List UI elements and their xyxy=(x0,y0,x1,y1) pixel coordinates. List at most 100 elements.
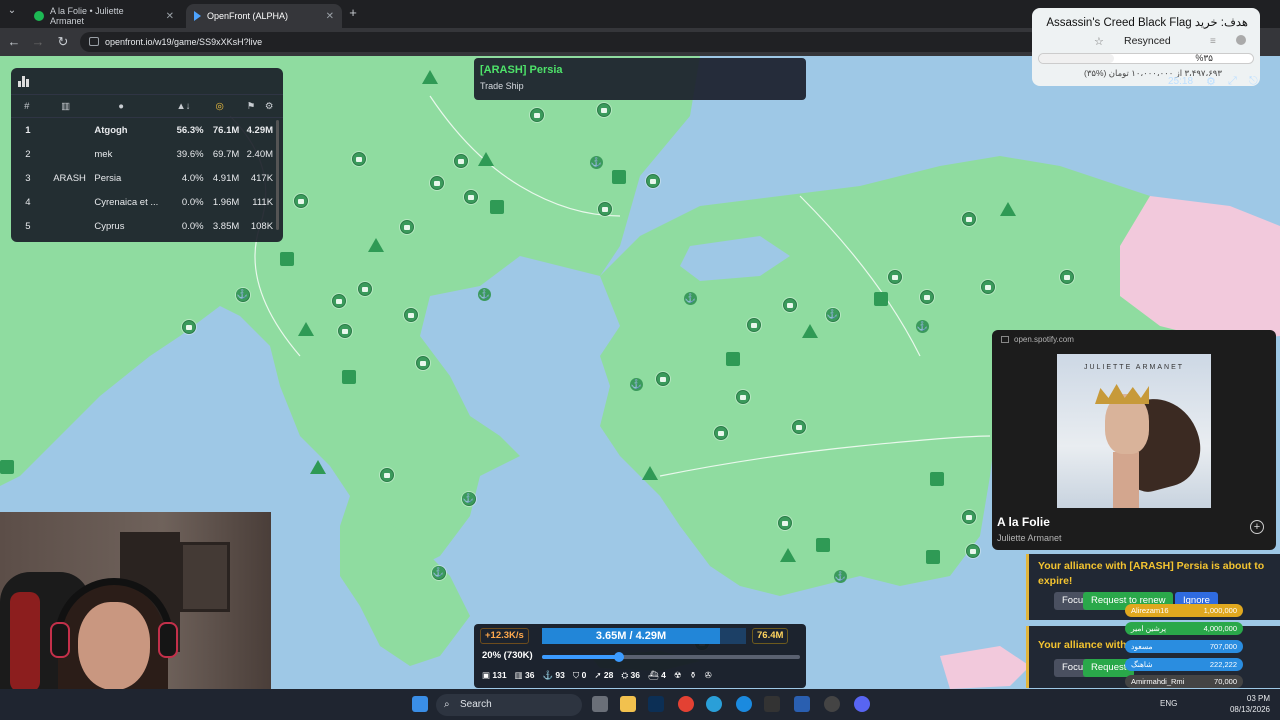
city-icon[interactable] xyxy=(792,420,806,434)
factory-icon[interactable] xyxy=(874,292,888,306)
city-icon[interactable] xyxy=(530,108,544,122)
leaderboard-scrollbar[interactable] xyxy=(276,120,279,230)
city-icon[interactable] xyxy=(464,190,478,204)
city-icon[interactable] xyxy=(400,220,414,234)
factory-icon[interactable] xyxy=(816,538,830,552)
factory-icon[interactable] xyxy=(490,200,504,214)
city-icon[interactable] xyxy=(962,510,976,524)
settings-gear-icon[interactable]: ⚙ xyxy=(255,101,283,112)
city-icon[interactable] xyxy=(294,194,308,208)
city-icon[interactable] xyxy=(430,176,444,190)
troops-icon[interactable]: ⚑ xyxy=(224,101,256,112)
city-icon[interactable] xyxy=(736,390,750,404)
city-icon[interactable] xyxy=(966,544,980,558)
telegram-icon[interactable] xyxy=(706,696,722,712)
owned-sort-icon[interactable]: ▲↓ xyxy=(153,101,190,112)
fullscreen-icon[interactable]: ⤢ xyxy=(1228,75,1237,88)
city-icon[interactable] xyxy=(783,298,797,312)
clan-icon[interactable]: ▥ xyxy=(42,101,88,112)
language-indicator[interactable]: ENG xyxy=(1160,699,1177,708)
port-anchor-icon[interactable]: ⚓ xyxy=(630,378,643,391)
city-icon[interactable] xyxy=(778,516,792,530)
hydrogen-icon[interactable]: ✇ xyxy=(705,670,712,681)
defense-post-icon[interactable] xyxy=(1000,202,1016,216)
app-icon[interactable] xyxy=(824,696,840,712)
factory-icon[interactable] xyxy=(0,460,14,474)
taskbar-search[interactable]: ⌕ Search xyxy=(436,694,582,716)
city-icon[interactable] xyxy=(182,320,196,334)
city-icon[interactable] xyxy=(646,174,660,188)
exit-icon[interactable]: ⎋ xyxy=(1249,75,1258,88)
trophy-icon[interactable]: ⚱ xyxy=(689,670,696,681)
port-anchor-icon[interactable]: ⚓ xyxy=(590,156,603,169)
factory-icon[interactable] xyxy=(726,352,740,366)
city-icon[interactable] xyxy=(416,356,430,370)
player-icon[interactable]: ● xyxy=(89,101,154,112)
city-icon[interactable] xyxy=(981,280,995,294)
city-icon[interactable] xyxy=(380,468,394,482)
url-field[interactable]: openfront.io/w19/game/SS9xXKsH?live xyxy=(80,32,1040,52)
task-view-icon[interactable] xyxy=(592,696,608,712)
star-icon[interactable]: ☆ xyxy=(1094,35,1104,48)
leaderboard-row[interactable]: 1 Atgogh 56.3% 76.1M 4.29M xyxy=(11,118,273,142)
city-icon[interactable] xyxy=(888,270,902,284)
port-anchor-icon[interactable]: ⚓ xyxy=(826,308,839,321)
slider-knob[interactable] xyxy=(614,652,625,662)
defense-count[interactable]: ⛉ 0 xyxy=(573,670,586,681)
nuke-icon[interactable]: ☢ xyxy=(674,670,682,681)
city-icon[interactable] xyxy=(597,103,611,117)
leaderboard-row[interactable]: 5 Cyprus 0.0% 3.85M 108K xyxy=(11,214,273,238)
add-plus-icon[interactable]: + xyxy=(1250,520,1264,534)
defense-post-icon[interactable] xyxy=(422,70,438,84)
factory-icon[interactable] xyxy=(930,472,944,486)
new-tab-plus-icon[interactable]: + xyxy=(345,5,361,20)
edge-icon[interactable] xyxy=(736,696,752,712)
factory-count[interactable]: ▥ 36 xyxy=(515,670,535,681)
back-arrow-icon[interactable]: ← xyxy=(6,34,22,49)
factory-icon[interactable] xyxy=(926,550,940,564)
clock[interactable]: 03 PM 08/13/2026 xyxy=(1230,693,1270,715)
defense-post-icon[interactable] xyxy=(780,548,796,562)
city-icon[interactable] xyxy=(332,294,346,308)
discord-icon[interactable] xyxy=(854,696,870,712)
defense-post-icon[interactable] xyxy=(802,324,818,338)
close-icon[interactable]: ✕ xyxy=(166,11,174,22)
city-icon[interactable] xyxy=(338,324,352,338)
city-icon[interactable] xyxy=(352,152,366,166)
city-icon[interactable] xyxy=(404,308,418,322)
city-icon[interactable] xyxy=(656,372,670,386)
missile-count[interactable]: ➚ 28 xyxy=(594,670,613,681)
factory-icon[interactable] xyxy=(280,252,294,266)
defense-post-icon[interactable] xyxy=(368,238,384,252)
port-anchor-icon[interactable]: ⚓ xyxy=(834,570,847,583)
defense-post-icon[interactable] xyxy=(310,460,326,474)
file-explorer-icon[interactable] xyxy=(620,696,636,712)
settings-gear-icon[interactable]: ⚙ xyxy=(1206,75,1216,88)
defense-post-icon[interactable] xyxy=(478,152,494,166)
close-icon[interactable]: ✕ xyxy=(326,11,334,22)
city-icon[interactable] xyxy=(454,154,468,168)
bar-chart-icon[interactable] xyxy=(18,76,30,87)
port-anchor-icon[interactable]: ⚓ xyxy=(236,288,249,301)
reload-icon[interactable]: ↻ xyxy=(55,34,71,50)
city-icon[interactable] xyxy=(747,318,761,332)
tab-spotify[interactable]: A la Folie • Juliette Armanet ✕ xyxy=(26,4,182,28)
warship-count[interactable]: ⛴ 4 xyxy=(648,670,666,681)
menu-icon[interactable]: ≡ xyxy=(1210,36,1216,47)
leaderboard-row[interactable]: 4 Cyrenaica et ... 0.0% 1.96M 111K xyxy=(11,190,273,214)
forward-arrow-icon[interactable]: → xyxy=(30,34,46,49)
city-icon[interactable] xyxy=(598,202,612,216)
port-anchor-icon[interactable]: ⚓ xyxy=(462,492,475,505)
sam-count[interactable]: ⛭ 36 xyxy=(621,670,640,681)
app-icon[interactable] xyxy=(764,696,780,712)
tab-openfront[interactable]: OpenFront (ALPHA) ✕ xyxy=(186,4,342,28)
defense-post-icon[interactable] xyxy=(298,322,314,336)
attack-ratio-slider[interactable] xyxy=(542,652,800,662)
factory-icon[interactable] xyxy=(342,370,356,384)
city-icon[interactable] xyxy=(920,290,934,304)
app-icon[interactable] xyxy=(794,696,810,712)
site-info-icon[interactable] xyxy=(89,37,99,46)
leaderboard-row[interactable]: 2 mek 39.6% 69.7M 2.40M xyxy=(11,142,273,166)
leaderboard-row[interactable]: 3 ARASH Persia 4.0% 4.91M 417K xyxy=(11,166,273,190)
city-icon[interactable] xyxy=(962,212,976,226)
